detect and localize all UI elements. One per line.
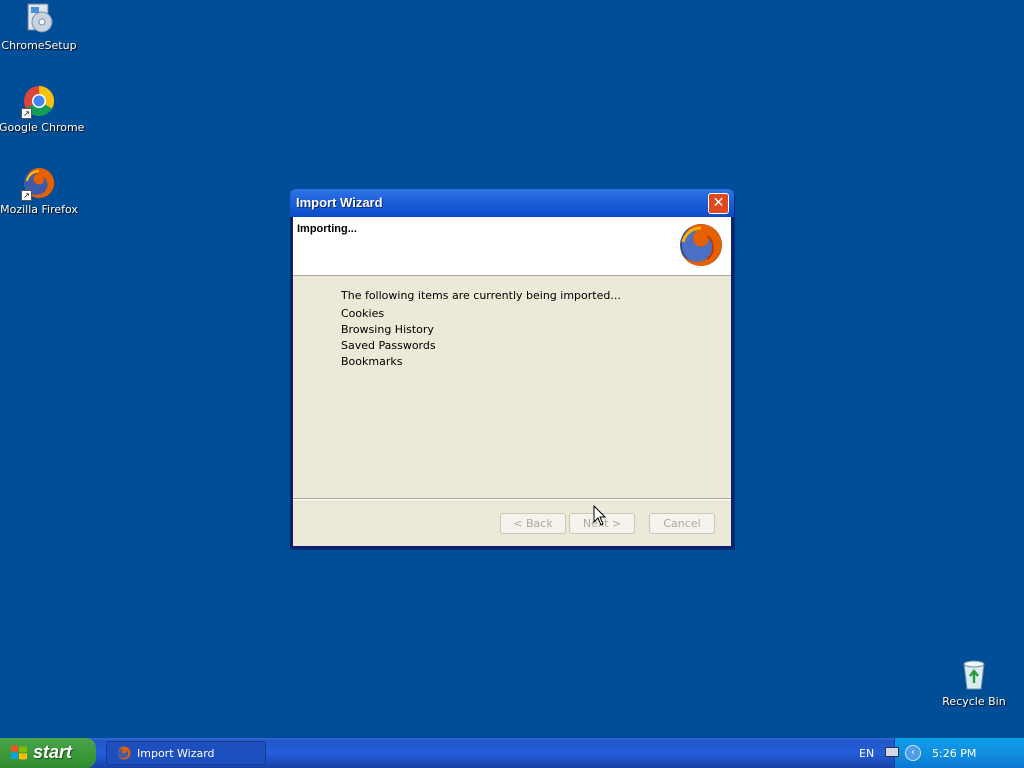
dialog-titlebar[interactable]: Import Wizard ✕	[290, 189, 734, 217]
taskbar: start Import Wizard EN ‹ 5:26 PM	[0, 738, 1024, 768]
keyboard-icon[interactable]	[885, 747, 899, 757]
show-hidden-icons-icon[interactable]: ‹	[905, 745, 921, 761]
import-wizard-dialog: Import Wizard ✕ Importing... The followi…	[290, 189, 734, 549]
dialog-header-title: Importing...	[297, 223, 357, 235]
desktop-icon-label: Recycle Bin	[942, 695, 1006, 708]
shortcut-arrow-icon: ↗	[21, 190, 32, 201]
recycle-bin-icon	[957, 658, 991, 692]
dialog-title: Import Wizard	[296, 195, 383, 210]
taskbar-item-import-wizard[interactable]: Import Wizard	[106, 741, 266, 765]
desktop-icon-label: Mozilla Firefox	[0, 203, 78, 216]
language-indicator[interactable]: EN	[859, 747, 874, 760]
import-item-bookmarks: Bookmarks	[341, 355, 403, 368]
clock[interactable]: 5:26 PM	[932, 747, 976, 760]
desktop-icon-recycle-bin[interactable]: Recycle Bin	[934, 658, 1014, 708]
start-button[interactable]: start	[0, 738, 96, 768]
firefox-icon: ↗	[21, 166, 56, 201]
dialog-header: Importing...	[293, 217, 731, 276]
windows-logo-icon	[10, 744, 28, 762]
chrome-icon: ↗	[21, 84, 56, 119]
back-button[interactable]: < Back	[500, 513, 566, 534]
button-separator	[293, 498, 731, 500]
firefox-icon	[117, 746, 131, 760]
firefox-logo-icon	[677, 221, 725, 269]
import-item-cookies: Cookies	[341, 307, 385, 320]
system-tray: EN ‹ 5:26 PM	[859, 738, 1024, 768]
close-button[interactable]: ✕	[708, 193, 729, 214]
installer-icon	[22, 2, 56, 36]
desktop-icon-label: Google Chrome	[0, 121, 85, 134]
shortcut-arrow-icon: ↗	[21, 108, 32, 119]
intro-text: The following items are currently being …	[341, 289, 621, 302]
desktop-icon-chromesetup[interactable]: ChromeSetup	[0, 2, 79, 52]
close-icon: ✕	[712, 195, 725, 211]
start-label: start	[33, 742, 73, 762]
desktop-icon-google-chrome[interactable]: ↗ Google Chrome	[0, 84, 85, 134]
cancel-button[interactable]: Cancel	[649, 513, 715, 534]
desktop-icon-label: ChromeSetup	[1, 39, 77, 52]
taskbar-item-label: Import Wizard	[137, 747, 215, 760]
desktop-icon-mozilla-firefox[interactable]: ↗ Mozilla Firefox	[0, 166, 79, 216]
dialog-client-area: Importing... The following items are cur…	[293, 217, 731, 546]
mouse-cursor-icon	[593, 504, 607, 527]
import-item-saved-passwords: Saved Passwords	[341, 339, 436, 352]
import-item-browsing-history: Browsing History	[341, 323, 434, 336]
